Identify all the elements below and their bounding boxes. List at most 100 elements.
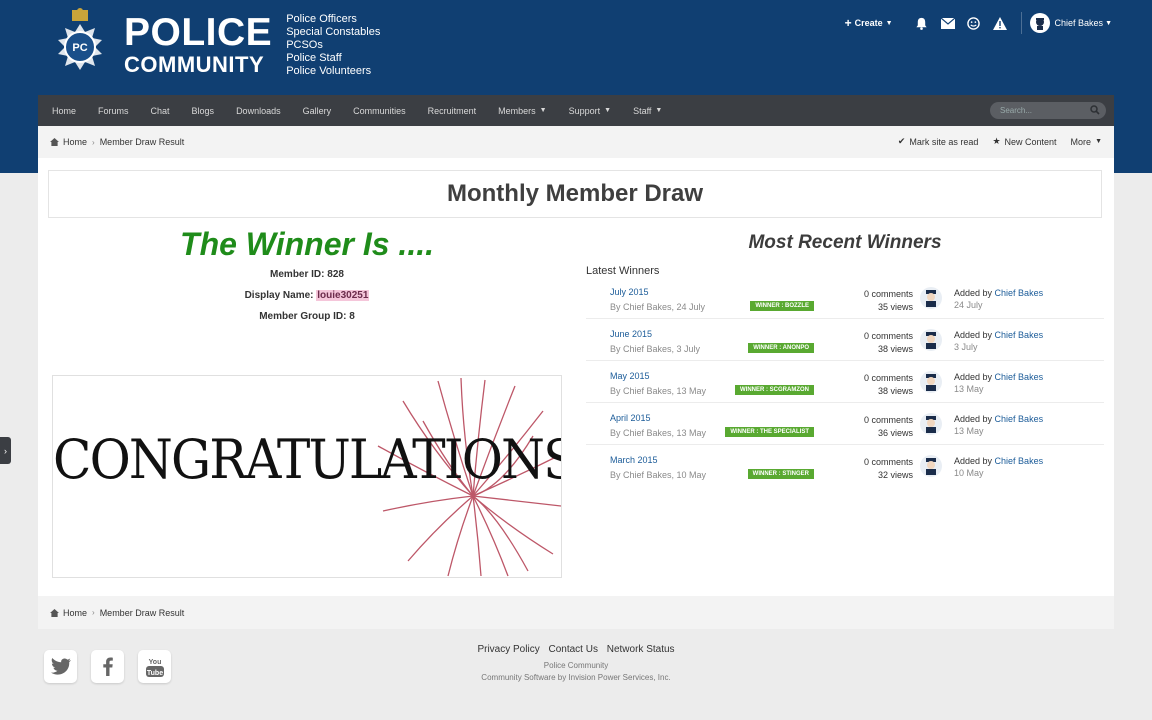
added-date: 24 July <box>954 300 983 310</box>
nav-label: Blogs <box>191 105 215 116</box>
avatar[interactable] <box>920 455 942 477</box>
user-menu[interactable]: Chief Bakes ▼ <box>1029 13 1112 33</box>
author-link[interactable]: Chief Bakes <box>995 414 1044 424</box>
bell-icon[interactable] <box>909 12 935 34</box>
mark-read-button[interactable]: ✔ Mark site as read <box>898 136 979 147</box>
added-by-label: Added by <box>954 288 993 298</box>
breadcrumb-home[interactable]: Home <box>50 137 87 147</box>
recent-winners-section: Most Recent Winners Latest Winners July … <box>586 222 1104 487</box>
winner-tag[interactable]: WINNER : THE SPECIALIST <box>725 427 814 437</box>
latest-winners-label: Latest Winners <box>586 265 660 277</box>
display-name-value[interactable]: louie30251 <box>316 290 370 301</box>
site-logo[interactable]: PC POLICE COMMUNITY Police Officers Spec… <box>50 6 380 82</box>
privacy-policy-link[interactable]: Privacy Policy <box>477 644 539 655</box>
role-item: PCSOs <box>286 38 323 51</box>
nav-item-chat[interactable]: Chat <box>151 106 170 116</box>
winner-tag[interactable]: WINNER : STINGER <box>747 469 814 479</box>
chevron-down-icon: ▼ <box>604 107 612 114</box>
author-link[interactable]: Chief Bakes <box>995 288 1044 298</box>
nav-item-staff[interactable]: Staff ▼ <box>633 106 662 116</box>
nav-label: Home <box>52 105 77 116</box>
comments-count: 0 comments <box>864 331 914 341</box>
entry-title-link[interactable]: May 2015 <box>610 371 650 381</box>
more-label: More <box>1070 136 1092 147</box>
winner-tag[interactable]: WINNER : ANONPO <box>748 343 814 353</box>
nav-item-forums[interactable]: Forums <box>98 106 129 116</box>
avatar[interactable] <box>920 413 942 435</box>
sidebar-toggle-button[interactable]: › <box>0 437 11 464</box>
main-nav: Home Forums Chat Blogs Downloads Gallery… <box>38 95 1114 126</box>
chevron-down-icon: ▼ <box>885 19 893 27</box>
entry-stats: 0 comments 38 views <box>864 330 913 356</box>
more-button[interactable]: More ▼ <box>1071 136 1102 147</box>
winner-tag[interactable]: WINNER : BOZZLE <box>750 301 814 311</box>
smiley-icon[interactable] <box>961 12 987 34</box>
network-status-link[interactable]: Network Status <box>607 644 675 655</box>
home-icon <box>50 138 59 146</box>
entry-title-link[interactable]: April 2015 <box>610 413 651 423</box>
nav-item-support[interactable]: Support ▼ <box>569 106 611 116</box>
chevron-right-icon: › <box>4 445 7 456</box>
nav-label: Support <box>568 105 601 116</box>
comments-count: 0 comments <box>864 457 914 467</box>
entry-title-link[interactable]: June 2015 <box>610 329 652 339</box>
breadcrumb-current[interactable]: Member Draw Result <box>100 608 185 618</box>
new-content-label: New Content <box>1004 136 1057 147</box>
nav-item-recruitment[interactable]: Recruitment <box>428 106 477 116</box>
added-by-label: Added by <box>954 330 993 340</box>
chevron-right-icon: › <box>92 608 95 617</box>
nav-label: Recruitment <box>427 105 477 116</box>
congratulations-image: CONGRATULATIONS <box>52 375 562 578</box>
views-count: 32 views <box>878 470 914 480</box>
nav-item-blogs[interactable]: Blogs <box>192 106 215 116</box>
display-name-line: Display Name: louie30251 <box>52 290 562 301</box>
author-link[interactable]: Chief Bakes <box>995 456 1044 466</box>
display-name-label: Display Name: <box>244 290 314 301</box>
nav-item-communities[interactable]: Communities <box>353 106 406 116</box>
nav-item-gallery[interactable]: Gallery <box>303 106 332 116</box>
nav-label: Communities <box>353 105 406 116</box>
police-badge-logo: PC <box>50 6 110 82</box>
added-by-label: Added by <box>954 372 993 382</box>
nav-item-downloads[interactable]: Downloads <box>236 106 281 116</box>
entry-title-link[interactable]: March 2015 <box>610 455 658 465</box>
footer-software-credit[interactable]: Community Software by Invision Power Ser… <box>0 673 1152 682</box>
create-button[interactable]: + Create ▼ <box>845 16 893 30</box>
avatar[interactable] <box>920 287 942 309</box>
comments-count: 0 comments <box>864 415 914 425</box>
added-date: 13 May <box>954 384 984 394</box>
role-item: Police Officers <box>286 12 357 25</box>
chevron-down-icon: ▼ <box>539 107 547 114</box>
avatar[interactable] <box>920 329 942 351</box>
author-link[interactable]: Chief Bakes <box>995 372 1044 382</box>
added-date: 10 May <box>954 468 984 478</box>
page-title-box: Monthly Member Draw <box>48 170 1102 218</box>
search-input[interactable]: Search... <box>990 102 1106 119</box>
contact-us-link[interactable]: Contact Us <box>548 644 597 655</box>
added-by: Added by Chief Bakes 3 July <box>954 329 1043 353</box>
divider <box>1020 12 1022 34</box>
user-name: Chief Bakes <box>1054 18 1104 28</box>
entry-byline: By Chief Bakes, 13 May <box>610 386 707 396</box>
entry-title-link[interactable]: July 2015 <box>610 287 649 297</box>
warning-icon[interactable] <box>987 12 1013 34</box>
nav-item-members[interactable]: Members ▼ <box>498 106 546 116</box>
search-icon[interactable] <box>1090 105 1100 117</box>
footer-links: Privacy Policy Contact Us Network Status <box>0 644 1152 655</box>
brand-line-1: POLICE <box>124 10 273 54</box>
member-id-label: Member ID: <box>270 269 325 280</box>
footer-site-name: Police Community <box>543 661 609 670</box>
breadcrumb-home[interactable]: Home <box>50 608 87 618</box>
winner-tag[interactable]: WINNER : SCGRAMZON <box>735 385 814 395</box>
breadcrumb-current[interactable]: Member Draw Result <box>100 137 185 147</box>
views-count: 38 views <box>878 386 914 396</box>
breadcrumb-footer: Home › Member Draw Result <box>38 596 1114 629</box>
new-content-button[interactable]: ★ New Content <box>992 136 1056 147</box>
envelope-icon[interactable] <box>935 12 961 34</box>
comments-count: 0 comments <box>864 373 914 383</box>
views-count: 38 views <box>878 344 914 354</box>
avatar[interactable] <box>920 371 942 393</box>
plus-icon: + <box>844 16 852 30</box>
nav-item-home[interactable]: Home <box>52 106 76 116</box>
author-link[interactable]: Chief Bakes <box>995 330 1044 340</box>
